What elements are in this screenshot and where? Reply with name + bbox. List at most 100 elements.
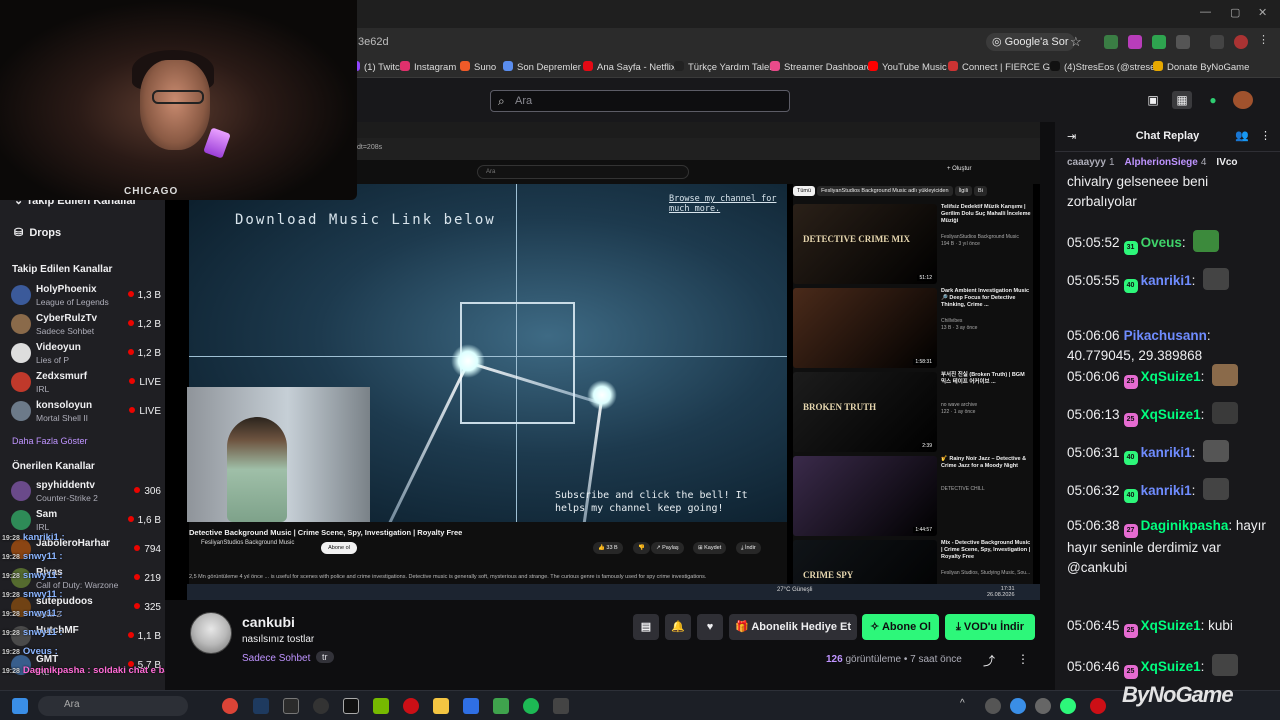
chat-username[interactable]: Daginikpasha xyxy=(1141,518,1229,533)
follow-heart-icon[interactable]: ♥ xyxy=(697,614,723,640)
show-more-link[interactable]: Daha Fazla Göster xyxy=(12,436,88,446)
windows-start-icon[interactable] xyxy=(12,698,28,714)
chat-username[interactable]: kanriki1 xyxy=(1141,483,1192,498)
share-icon[interactable]: ⤴ xyxy=(983,652,995,669)
bookmark-item[interactable]: (1) Twitch xyxy=(350,61,405,73)
inner-search-placeholder: Ara xyxy=(486,169,496,175)
video-channel: Chillvibes 13 B · 3 ay önce xyxy=(941,318,1031,331)
chat-username[interactable]: kanriki1 xyxy=(1141,445,1192,460)
tray-chevron-icon[interactable]: ^ xyxy=(960,698,976,714)
nvidia-icon[interactable] xyxy=(373,698,389,714)
video-channel: no wave archive 122 · 1 ay önce xyxy=(941,402,1031,415)
user-avatar[interactable] xyxy=(1233,91,1253,109)
sidebar-channel[interactable]: Videoyun Lies of P 1,2 B xyxy=(11,340,161,368)
theatre-mode-icon[interactable]: ▣ xyxy=(1143,91,1163,109)
bookmark-item[interactable]: Donate ByNoGame xyxy=(1153,61,1249,73)
language-tag[interactable]: tr xyxy=(316,651,334,663)
bookmark-item[interactable]: Connect | FIERCE G... xyxy=(948,61,1058,73)
tray-icon[interactable] xyxy=(1010,698,1026,714)
clip-icon[interactable]: ▤ xyxy=(633,614,659,640)
more-options-icon[interactable]: ⋮ xyxy=(1017,652,1029,666)
obs-icon[interactable] xyxy=(313,698,329,714)
more-options-icon[interactable]: ⋮ xyxy=(1260,129,1271,142)
sidebar-channel[interactable]: konsoloyun Mortal Shell II LIVE xyxy=(11,398,161,426)
tray-icon[interactable] xyxy=(985,698,1001,714)
chrome-icon[interactable] xyxy=(222,698,238,714)
extensions-puzzle-icon[interactable] xyxy=(1176,35,1190,49)
url-text[interactable]: 3e62d xyxy=(358,36,389,48)
top-chatter[interactable]: AlpherionSiege 4 xyxy=(1125,157,1207,168)
search-placeholder: Ara xyxy=(515,95,533,107)
bookmark-item[interactable]: Streamer Dashboard xyxy=(770,61,872,73)
bookmark-item[interactable]: YouTube Music xyxy=(868,61,947,73)
minimize-icon[interactable]: — xyxy=(1200,6,1211,18)
thumbnail-text: CRIME SPY xyxy=(803,570,854,580)
drops-link[interactable]: ⛁ Drops xyxy=(14,226,61,239)
bookmark-item[interactable]: Ana Sayfa - Netflix xyxy=(583,61,676,73)
filter-chip: Bi xyxy=(974,186,987,196)
extension-icon[interactable] xyxy=(1128,35,1142,49)
chat-separator: : xyxy=(1200,369,1209,384)
chat-username[interactable]: kanriki1 xyxy=(1141,273,1192,288)
overlay-chat-line: 19:28 snwy11 : xyxy=(2,589,63,600)
gift-subscription-button[interactable]: 🎁 Abonelik Hediye Et xyxy=(729,614,857,640)
stream-category-link[interactable]: Sadece Sohbet xyxy=(242,653,310,664)
bookmark-label: Türkçe Yardım Talebi xyxy=(688,62,777,73)
chat-username[interactable]: XqSuize1 xyxy=(1141,618,1201,633)
menu-list-icon[interactable] xyxy=(1210,35,1224,49)
chat-header: ⇥ Chat Replay 👥 ⋮ xyxy=(1055,122,1280,152)
channel-name[interactable]: cankubi xyxy=(242,614,295,630)
bookmark-item[interactable]: Türkçe Yardım Talebi xyxy=(674,61,777,73)
chat-username[interactable]: Oveus xyxy=(1141,235,1182,250)
sidebar-channel[interactable]: CyberRulzTv Sadece Sohbet 1,2 B xyxy=(11,311,161,339)
extension-icon[interactable] xyxy=(1104,35,1118,49)
tray-icon[interactable] xyxy=(1090,698,1106,714)
video-duration: 1:58:31 xyxy=(913,359,934,365)
chat-username[interactable]: XqSuize1 xyxy=(1141,407,1201,422)
maximize-icon[interactable]: ▢ xyxy=(1230,6,1240,19)
tray-icon[interactable] xyxy=(1060,698,1076,714)
notification-bell-icon[interactable]: 🔔 xyxy=(665,614,691,640)
top-chatter[interactable]: IVco xyxy=(1216,157,1240,168)
download-vod-button[interactable]: ⤓ VOD'u İndir xyxy=(945,614,1035,640)
extension-icon[interactable] xyxy=(1152,35,1166,49)
app-icon[interactable] xyxy=(283,698,299,714)
video-meta: 122 · 1 ay önce xyxy=(941,408,976,415)
sidebar-channel[interactable]: spyhiddentv Counter-Strike 2 306 xyxy=(11,478,161,506)
chat-username[interactable]: Pikachusann xyxy=(1124,328,1207,343)
bookmark-star-icon[interactable]: ☆ xyxy=(1070,34,1082,50)
minecraft-icon[interactable] xyxy=(493,698,509,714)
search-input[interactable]: ⌕ Ara xyxy=(490,90,790,112)
sidebar-channel[interactable]: HolyPhoenix League of Legends 1,3 B xyxy=(11,282,161,310)
users-icon[interactable]: 👥 xyxy=(1235,129,1249,142)
epic-games-icon[interactable] xyxy=(343,698,359,714)
taskbar-search-input[interactable]: Ara xyxy=(38,696,188,716)
channel-avatar[interactable] xyxy=(190,612,232,654)
bookmark-item[interactable]: Son Depremler xyxy=(503,61,581,73)
subscribe-button[interactable]: ✧ Abone Ol xyxy=(862,614,939,640)
extension-icon[interactable]: ● xyxy=(1203,91,1223,109)
chat-username[interactable]: XqSuize1 xyxy=(1141,659,1201,674)
steam-icon[interactable] xyxy=(253,698,269,714)
layout-icon[interactable]: ▦ xyxy=(1172,91,1192,109)
spotify-icon[interactable] xyxy=(523,698,539,714)
channel-name: Videoyun xyxy=(36,342,81,353)
tray-icon[interactable] xyxy=(1035,698,1051,714)
bookmark-item[interactable]: (4)StresEos (@strese... xyxy=(1050,61,1163,73)
profile-avatar[interactable] xyxy=(1234,35,1248,49)
top-chatter[interactable]: caaayyy 1 xyxy=(1067,157,1115,168)
chat-username[interactable]: XqSuize1 xyxy=(1141,369,1201,384)
views-label: görüntüleme xyxy=(845,654,902,665)
file-explorer-icon[interactable] xyxy=(433,698,449,714)
opera-icon[interactable] xyxy=(403,698,419,714)
close-icon[interactable]: ✕ xyxy=(1258,6,1267,19)
sidebar-channel[interactable]: Zedxsmurf IRL LIVE xyxy=(11,369,161,397)
app-icon[interactable] xyxy=(553,698,569,714)
app-icon[interactable] xyxy=(463,698,479,714)
bookmark-item[interactable]: Instagram xyxy=(400,61,456,73)
light-flare xyxy=(451,344,485,378)
bookmark-item[interactable]: Suno xyxy=(460,61,496,73)
google-ask-button[interactable]: ◎ Google'a Sor xyxy=(986,33,1075,51)
download-button: ⤓ İndir xyxy=(736,542,761,554)
more-options-icon[interactable]: ⋮ xyxy=(1258,33,1272,47)
